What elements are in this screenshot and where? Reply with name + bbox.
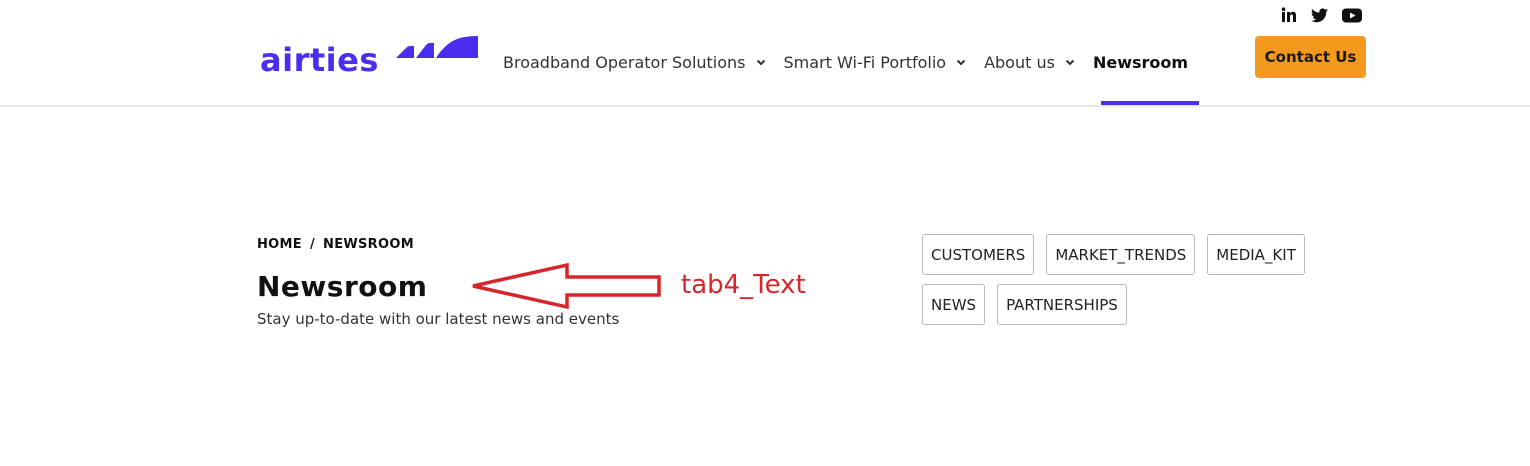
active-tab-indicator xyxy=(1101,101,1199,105)
category-tags: CUSTOMERS MARKET_TRENDS MEDIA_KIT NEWS P… xyxy=(922,234,1322,334)
youtube-icon[interactable] xyxy=(1342,8,1362,23)
tag-partnerships[interactable]: PARTNERSHIPS xyxy=(997,284,1127,325)
nav-item-about-us[interactable]: About us xyxy=(984,53,1093,72)
annotation-arrow-icon xyxy=(472,262,661,310)
airties-logo[interactable]: airties xyxy=(260,36,478,79)
page-subtitle: Stay up-to-date with our latest news and… xyxy=(257,310,620,328)
breadcrumb-current: NEWSROOM xyxy=(323,237,414,252)
nav-item-newsroom[interactable]: Newsroom xyxy=(1093,53,1188,72)
chevron-down-icon xyxy=(956,59,966,66)
annotation-label: tab4_Text xyxy=(681,270,806,300)
nav-label: Smart Wi-Fi Portfolio xyxy=(783,53,947,72)
social-links xyxy=(1281,7,1362,23)
page-title: Newsroom xyxy=(257,270,428,303)
tag-customers[interactable]: CUSTOMERS xyxy=(922,234,1035,275)
tag-news[interactable]: NEWS xyxy=(922,284,986,325)
breadcrumb-home[interactable]: HOME xyxy=(257,237,302,252)
linkedin-icon[interactable] xyxy=(1281,7,1297,23)
tag-row: NEWS PARTNERSHIPS xyxy=(922,284,1322,325)
logo-waves-icon xyxy=(396,36,478,58)
twitter-icon[interactable] xyxy=(1311,7,1328,23)
nav-label: About us xyxy=(984,53,1055,72)
logo-text: airties xyxy=(260,41,379,79)
nav-label: Newsroom xyxy=(1092,53,1189,72)
breadcrumb-separator: / xyxy=(309,237,316,252)
tag-row: CUSTOMERS MARKET_TRENDS MEDIA_KIT xyxy=(922,234,1322,275)
tag-market-trends[interactable]: MARKET_TRENDS xyxy=(1046,234,1196,275)
nav-item-smart-wifi[interactable]: Smart Wi-Fi Portfolio xyxy=(784,53,985,72)
nav-label: Broadband Operator Solutions xyxy=(503,53,746,72)
chevron-down-icon xyxy=(756,59,766,66)
site-header: airties Broadband Operator Solutions Sma… xyxy=(0,0,1530,107)
contact-us-button[interactable]: Contact Us xyxy=(1255,36,1366,78)
chevron-down-icon xyxy=(1065,59,1075,66)
breadcrumb: HOME / NEWSROOM xyxy=(257,237,414,252)
main-nav: Broadband Operator Solutions Smart Wi-Fi… xyxy=(503,53,1188,72)
tag-media-kit[interactable]: MEDIA_KIT xyxy=(1207,234,1305,275)
page: airties Broadband Operator Solutions Sma… xyxy=(0,0,1530,466)
nav-item-broadband[interactable]: Broadband Operator Solutions xyxy=(503,53,784,72)
